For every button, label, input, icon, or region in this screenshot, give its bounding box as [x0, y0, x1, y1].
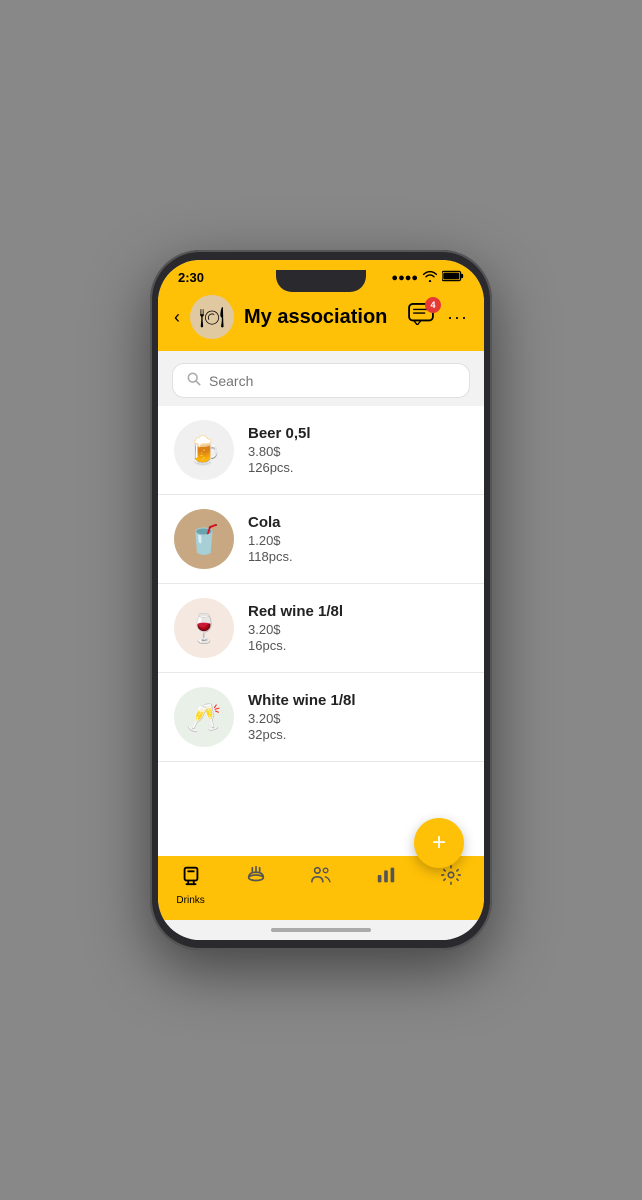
signal-icon: ●●●●: [391, 272, 418, 284]
nav-icon-4: [440, 864, 462, 892]
nav-item-3[interactable]: [354, 864, 419, 892]
item-qty: 118pcs.: [248, 549, 468, 564]
item-qty: 16pcs.: [248, 638, 468, 653]
item-image: 🥤: [174, 509, 234, 569]
item-image: 🍺: [174, 420, 234, 480]
item-name: Beer 0,5l: [248, 425, 468, 442]
notch: [276, 270, 366, 292]
avatar: 🍽: [190, 295, 234, 339]
item-image: 🥂: [174, 687, 234, 747]
item-name: White wine 1/8l: [248, 692, 468, 709]
fab-container: +: [414, 818, 464, 868]
item-price: 1.20$: [248, 533, 468, 548]
status-icons: ●●●●: [391, 270, 464, 285]
nav-label-0: Drinks: [176, 895, 204, 906]
item-info: Cola 1.20$ 118pcs.: [248, 514, 468, 564]
item-name: Red wine 1/8l: [248, 603, 468, 620]
status-time: 2:30: [178, 270, 204, 285]
item-info: Red wine 1/8l 3.20$ 16pcs.: [248, 603, 468, 653]
header: ‹ 🍽 My association 4 ···: [158, 289, 484, 351]
wifi-icon: [422, 270, 438, 285]
nav-icon-1: [245, 864, 267, 892]
home-bar: [271, 928, 371, 932]
list-item[interactable]: 🍷 Red wine 1/8l 3.20$ 16pcs.: [158, 584, 484, 673]
nav-icon-2: [310, 864, 332, 892]
item-qty: 126pcs.: [248, 460, 468, 475]
add-button[interactable]: +: [414, 818, 464, 868]
item-price: 3.80$: [248, 444, 468, 459]
product-list: 🍺 Beer 0,5l 3.80$ 126pcs. 🥤 Cola 1.20$ 1…: [158, 406, 484, 856]
nav-item-4[interactable]: [419, 864, 484, 892]
back-button[interactable]: ‹: [174, 307, 180, 328]
item-info: Beer 0,5l 3.80$ 126pcs.: [248, 425, 468, 475]
search-container: [158, 351, 484, 406]
nav-icon-0: [180, 864, 202, 892]
item-image: 🍷: [174, 598, 234, 658]
page-title: My association: [244, 306, 395, 329]
more-button[interactable]: ···: [447, 307, 468, 328]
item-price: 3.20$: [248, 711, 468, 726]
search-input[interactable]: [209, 373, 455, 389]
notification-badge: 4: [425, 297, 441, 313]
item-info: White wine 1/8l 3.20$ 32pcs.: [248, 692, 468, 742]
item-price: 3.20$: [248, 622, 468, 637]
nav-item-1[interactable]: [223, 864, 288, 892]
nav-item-0[interactable]: Drinks: [158, 864, 223, 906]
list-item[interactable]: 🥂 White wine 1/8l 3.20$ 32pcs.: [158, 673, 484, 762]
home-indicator: [158, 920, 484, 940]
nav-item-2[interactable]: [288, 864, 353, 892]
battery-icon: [442, 270, 464, 285]
item-name: Cola: [248, 514, 468, 531]
item-qty: 32pcs.: [248, 727, 468, 742]
search-box: [172, 363, 470, 398]
nav-icon-3: [375, 864, 397, 892]
list-item[interactable]: 🥤 Cola 1.20$ 118pcs.: [158, 495, 484, 584]
list-item[interactable]: 🍺 Beer 0,5l 3.80$ 126pcs.: [158, 406, 484, 495]
chat-button[interactable]: 4: [405, 301, 437, 333]
header-actions: 4 ···: [405, 301, 468, 333]
search-icon: [187, 372, 201, 389]
